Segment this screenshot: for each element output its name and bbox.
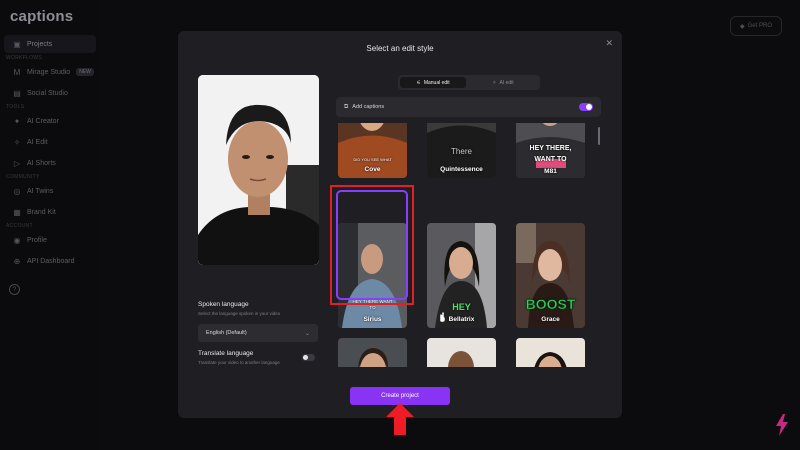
translate-toggle[interactable]: [302, 354, 315, 361]
pro-icon: ◆: [740, 23, 745, 30]
sidebar-item-ai-twins[interactable]: ◎ AI Twins: [4, 182, 96, 200]
social-icon: ▤: [13, 88, 21, 98]
lightning-bolt-icon: [776, 414, 788, 436]
style-card-grace[interactable]: BOOST Grace: [516, 223, 585, 328]
sidebar-item-projects[interactable]: ▣ Projects: [4, 35, 96, 53]
edit-mode-tabs: ⚟ Manual edit ✧ AI edit: [398, 75, 540, 90]
style-caption-text: HEY THERE, WANT TO: [529, 145, 572, 163]
translate-language-label: Translate language: [198, 350, 254, 357]
video-preview: [198, 75, 319, 265]
sidebar-item-social-studio[interactable]: ▤ Social Studio: [4, 84, 96, 102]
sparkle-icon: ✧: [492, 79, 497, 86]
sidebar: captions ▣ Projects WORKFLOWS M Mirage S…: [0, 0, 100, 450]
person-preview-image: [198, 75, 319, 265]
sidebar-group-tools: TOOLS: [6, 104, 25, 110]
mouse-cursor-icon: [439, 312, 446, 322]
style-name: Quintessence: [440, 166, 483, 173]
add-captions-toggle[interactable]: [579, 103, 593, 111]
sidebar-item-ai-shorts[interactable]: ▷ AI Shorts: [4, 154, 96, 172]
sidebar-item-brand-kit[interactable]: ▦ Brand Kit: [4, 203, 96, 221]
style-thumbnail: [338, 338, 407, 367]
style-name: Grace: [541, 316, 560, 323]
help-icon[interactable]: ?: [9, 284, 20, 295]
style-name: M81: [544, 168, 557, 175]
api-icon: ⊕: [13, 256, 21, 266]
style-name: Cove: [364, 166, 381, 173]
sidebar-group-community: COMMUNITY: [6, 174, 40, 180]
style-thumbnail: [516, 223, 585, 328]
style-caption-text: DID YOU SEE WHAT: [353, 157, 392, 162]
selected-style-outline: [336, 190, 408, 300]
style-thumbnail: [516, 338, 585, 367]
sidebar-item-mirage-studio[interactable]: M Mirage Studio NEW: [4, 63, 96, 81]
spoken-language-value: English (Default): [206, 330, 247, 336]
tab-ai-edit[interactable]: ✧ AI edit: [470, 77, 536, 88]
red-arrow-annotation-icon: [386, 403, 414, 435]
edit-icon: ✧: [13, 137, 21, 147]
sidebar-group-workflows: WORKFLOWS: [6, 55, 43, 61]
style-grid-scrollbar[interactable]: [598, 127, 600, 145]
captions-icon: ⧉: [344, 103, 349, 110]
brand-icon: ▦: [13, 207, 21, 217]
sidebar-item-ai-creator[interactable]: ✦ AI Creator: [4, 112, 96, 130]
profile-icon: ◉: [13, 235, 21, 245]
twins-icon: ◎: [13, 186, 21, 196]
add-captions-row[interactable]: ⧉ Add captions: [336, 97, 601, 117]
sliders-icon: ⚟: [416, 79, 421, 86]
sidebar-item-ai-edit[interactable]: ✧ AI Edit: [4, 133, 96, 151]
sidebar-group-account: ACCOUNT: [6, 223, 33, 229]
style-card-m81[interactable]: HEY THERE, WANT TO M81: [516, 123, 585, 178]
projects-icon: ▣: [13, 39, 21, 49]
style-card-row3-3[interactable]: [516, 338, 585, 367]
spoken-language-label: Spoken language: [198, 301, 249, 308]
modal-title: Select an edit style: [366, 44, 434, 53]
style-thumbnail: [427, 338, 496, 367]
style-card-cove[interactable]: DID YOU SEE WHAT Cove: [338, 123, 407, 178]
style-card-quintessence[interactable]: There Quintessence: [427, 123, 496, 178]
app-logo[interactable]: captions: [10, 8, 73, 25]
close-icon[interactable]: ✕: [605, 38, 613, 49]
sidebar-item-api-dashboard[interactable]: ⊕ API Dashboard: [4, 252, 96, 270]
get-pro-button[interactable]: ◆ Get PRO: [730, 16, 782, 36]
style-caption-text: HEY: [452, 302, 471, 312]
new-badge: NEW: [76, 68, 94, 76]
style-caption-text: BOOST: [525, 296, 576, 313]
sidebar-item-profile[interactable]: ◉ Profile: [4, 231, 96, 249]
mirage-icon: M: [13, 67, 21, 77]
chevron-down-icon: ⌄: [304, 330, 310, 337]
tab-manual-edit[interactable]: ⚟ Manual edit: [400, 77, 466, 88]
spoken-language-select[interactable]: English (Default) ⌄: [198, 324, 318, 342]
style-card-row3-2[interactable]: [427, 338, 496, 367]
style-caption-text: There: [451, 147, 472, 156]
style-card-row3-1[interactable]: [338, 338, 407, 367]
app-background: captions ▣ Projects WORKFLOWS M Mirage S…: [0, 0, 800, 450]
spoken-language-description: Select the language spoken in your video: [198, 311, 281, 316]
shorts-icon: ▷: [13, 158, 21, 168]
translate-language-description: Translate your video to another language: [198, 360, 280, 365]
style-name: Sirius: [363, 316, 382, 323]
creator-icon: ✦: [13, 116, 21, 126]
